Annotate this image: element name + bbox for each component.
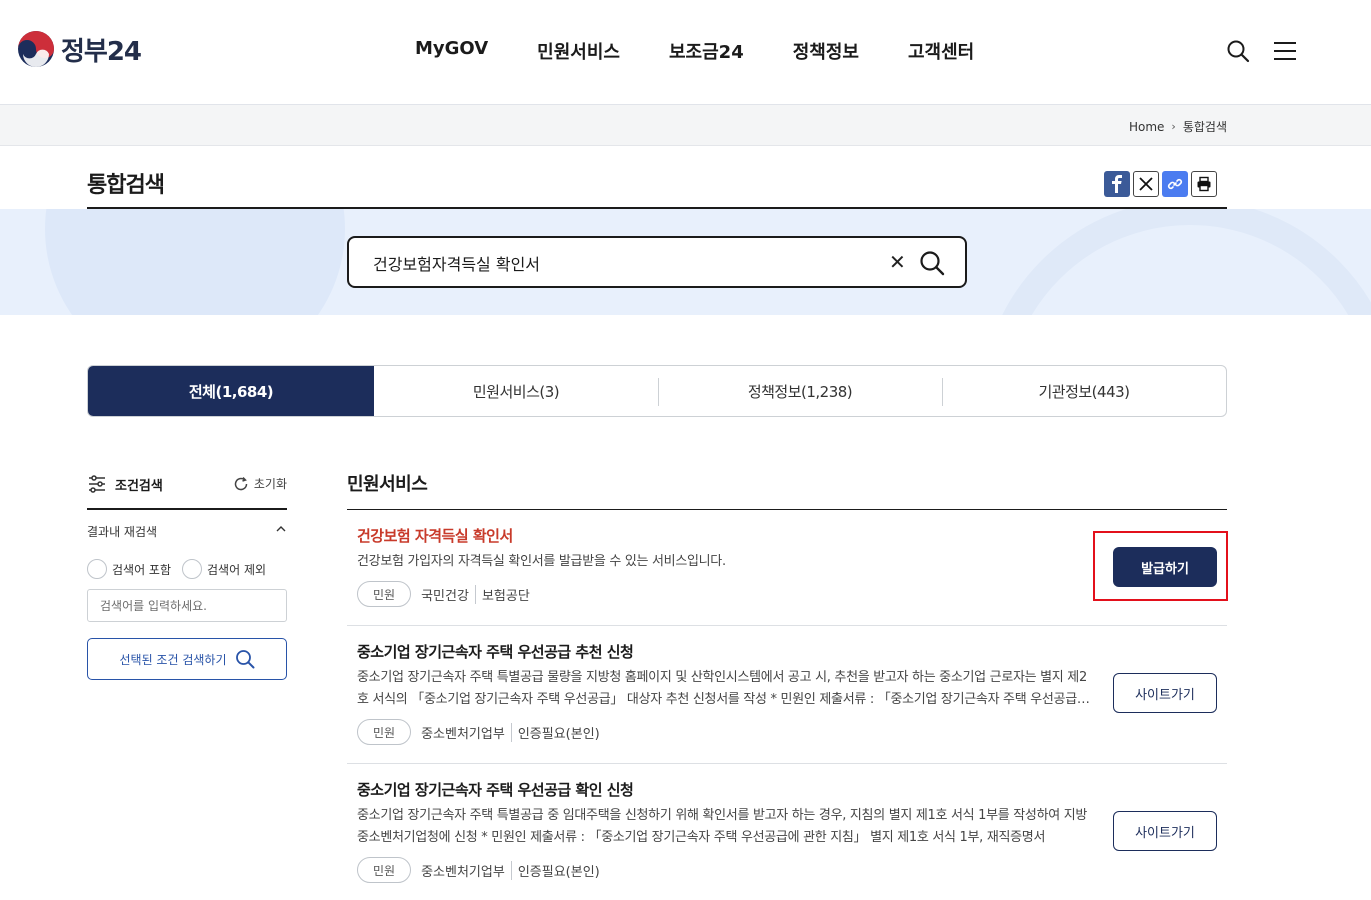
result-tabs: 전체(1,684) 민원서비스(3) 정책정보(1,238) 기관정보(443): [87, 365, 1227, 417]
logo[interactable]: 정부24: [17, 30, 142, 68]
decoration-ring: [980, 209, 1371, 315]
filter-reset-label: 초기화: [253, 477, 287, 491]
result-title[interactable]: 중소기업 장기근속자 주택 우선공급 확인 신청: [357, 779, 634, 800]
search-submit-icon[interactable]: [919, 250, 945, 276]
hamburger-menu-icon[interactable]: [1273, 40, 1297, 62]
result-item: 중소기업 장기근속자 주택 우선공급 확인 신청 중소기업 장기근속자 주택 특…: [347, 764, 1227, 900]
category-badge: 민원: [357, 857, 412, 883]
taegeuk-logo-icon: [18, 31, 54, 67]
print-icon[interactable]: [1191, 171, 1217, 197]
result-description: 건강보험 가입자의 자격득실 확인서를 발급받을 수 있는 서비스입니다.: [357, 554, 726, 569]
tab-agency-info[interactable]: 기관정보(443): [942, 366, 1226, 416]
result-item: 건강보험 자격득실 확인서 건강보험 가입자의 자격득실 확인서를 발급받을 수…: [347, 510, 1228, 626]
result-org: 중소벤처기업부: [421, 726, 505, 742]
result-auth: 인증필요(본인): [510, 722, 600, 742]
filter-header: 조건검색 초기화: [87, 474, 287, 510]
result-item: 중소기업 장기근속자 주택 우선공급 추천 신청 중소기업 장기근속자 주택 특…: [347, 626, 1227, 764]
nav-item-subsidy24[interactable]: 보조금24: [669, 38, 744, 64]
result-auth: 인증필요(본인): [510, 860, 600, 880]
nav-item-policy-info[interactable]: 정책정보: [793, 38, 859, 64]
breadcrumb-current: 통합검색: [1182, 120, 1227, 134]
search-box: ✕: [347, 236, 967, 288]
refine-search-button[interactable]: 선택된 조건 검색하기: [87, 638, 287, 680]
refresh-icon: [234, 476, 248, 490]
result-description: 중소기업 장기근속자 주택 특별공급 중 임대주택을 신청하기 위해 확인서를 …: [357, 808, 1088, 845]
share-toolbar: [1104, 171, 1220, 197]
breadcrumb-home[interactable]: Home: [1129, 120, 1164, 134]
result-org: 국민건강: [421, 588, 469, 604]
logo-text: 정부24: [61, 36, 142, 67]
filter-title: 조건검색: [87, 474, 163, 494]
result-meta: 민원 중소벤처기업부 인증필요(본인): [357, 857, 600, 883]
global-nav: MyGOV 민원서비스 보조금24 정책정보 고객센터: [415, 38, 1023, 64]
category-badge: 민원: [357, 719, 412, 745]
radio-include[interactable]: 검색어 포함: [87, 559, 171, 579]
link-icon[interactable]: [1162, 171, 1188, 197]
clear-icon[interactable]: ✕: [889, 250, 906, 274]
refine-search-label: 선택된 조건 검색하기: [119, 652, 227, 667]
chevron-up-icon[interactable]: [275, 523, 287, 535]
refine-label: 결과내 재검색: [87, 525, 158, 539]
radio-exclude[interactable]: 검색어 제외: [182, 559, 266, 579]
category-badge: 민원: [357, 581, 412, 607]
breadcrumb-bar: Home › 통합검색: [0, 105, 1371, 146]
result-org: 중소벤처기업부: [421, 864, 505, 880]
chevron-right-icon: ›: [1171, 120, 1176, 133]
result-title[interactable]: 건강보험 자격득실 확인서: [357, 525, 513, 546]
tab-all[interactable]: 전체(1,684): [88, 366, 374, 416]
result-meta: 민원 중소벤처기업부 인증필요(본인): [357, 719, 600, 745]
tab-civil-service[interactable]: 민원서비스(3): [374, 366, 658, 416]
filter-title-label: 조건검색: [115, 478, 163, 494]
search-area: ✕: [0, 209, 1371, 315]
search-icon[interactable]: [1226, 39, 1250, 63]
refine-options: 검색어 포함 검색어 제외: [87, 559, 277, 579]
results-section-title: 민원서비스: [347, 474, 428, 495]
filter-sliders-icon: [89, 475, 105, 493]
result-meta: 민원 국민건강 보험공단: [357, 581, 530, 607]
radio-include-circle[interactable]: [87, 559, 107, 579]
result-description: 중소기업 장기근속자 주택 특별공급 물량을 지방청 홈페이지 및 산학인시스템…: [357, 670, 1089, 707]
refine-search-input[interactable]: [87, 589, 287, 622]
decoration-circle: [45, 209, 345, 315]
issue-button[interactable]: 발급하기: [1113, 547, 1217, 587]
search-input[interactable]: [373, 251, 873, 275]
facebook-icon[interactable]: [1104, 171, 1130, 197]
refine-header[interactable]: 결과내 재검색: [87, 523, 287, 540]
nav-item-mygov[interactable]: MyGOV: [415, 38, 488, 64]
filter-reset-button[interactable]: 초기화: [233, 475, 287, 492]
radio-include-label: 검색어 포함: [112, 562, 172, 577]
go-to-site-button[interactable]: 사이트가기: [1113, 673, 1217, 713]
nav-item-civil-service[interactable]: 민원서비스: [537, 38, 620, 64]
nav-item-customer-center[interactable]: 고객센터: [908, 38, 974, 64]
site-header: 정부24 MyGOV 민원서비스 보조금24 정책정보 고객센터: [0, 0, 1371, 105]
x-icon[interactable]: [1133, 171, 1159, 197]
page-title: 통합검색: [87, 173, 165, 198]
result-title[interactable]: 중소기업 장기근속자 주택 우선공급 추천 신청: [357, 641, 634, 662]
radio-exclude-circle[interactable]: [182, 559, 203, 579]
result-org: 보험공단: [474, 584, 530, 604]
radio-exclude-label: 검색어 제외: [207, 562, 267, 577]
go-to-site-button[interactable]: 사이트가기: [1113, 811, 1217, 851]
tab-policy-info[interactable]: 정책정보(1,238): [658, 366, 942, 416]
breadcrumb: Home › 통합검색: [1129, 118, 1227, 135]
search-icon: [235, 650, 254, 669]
